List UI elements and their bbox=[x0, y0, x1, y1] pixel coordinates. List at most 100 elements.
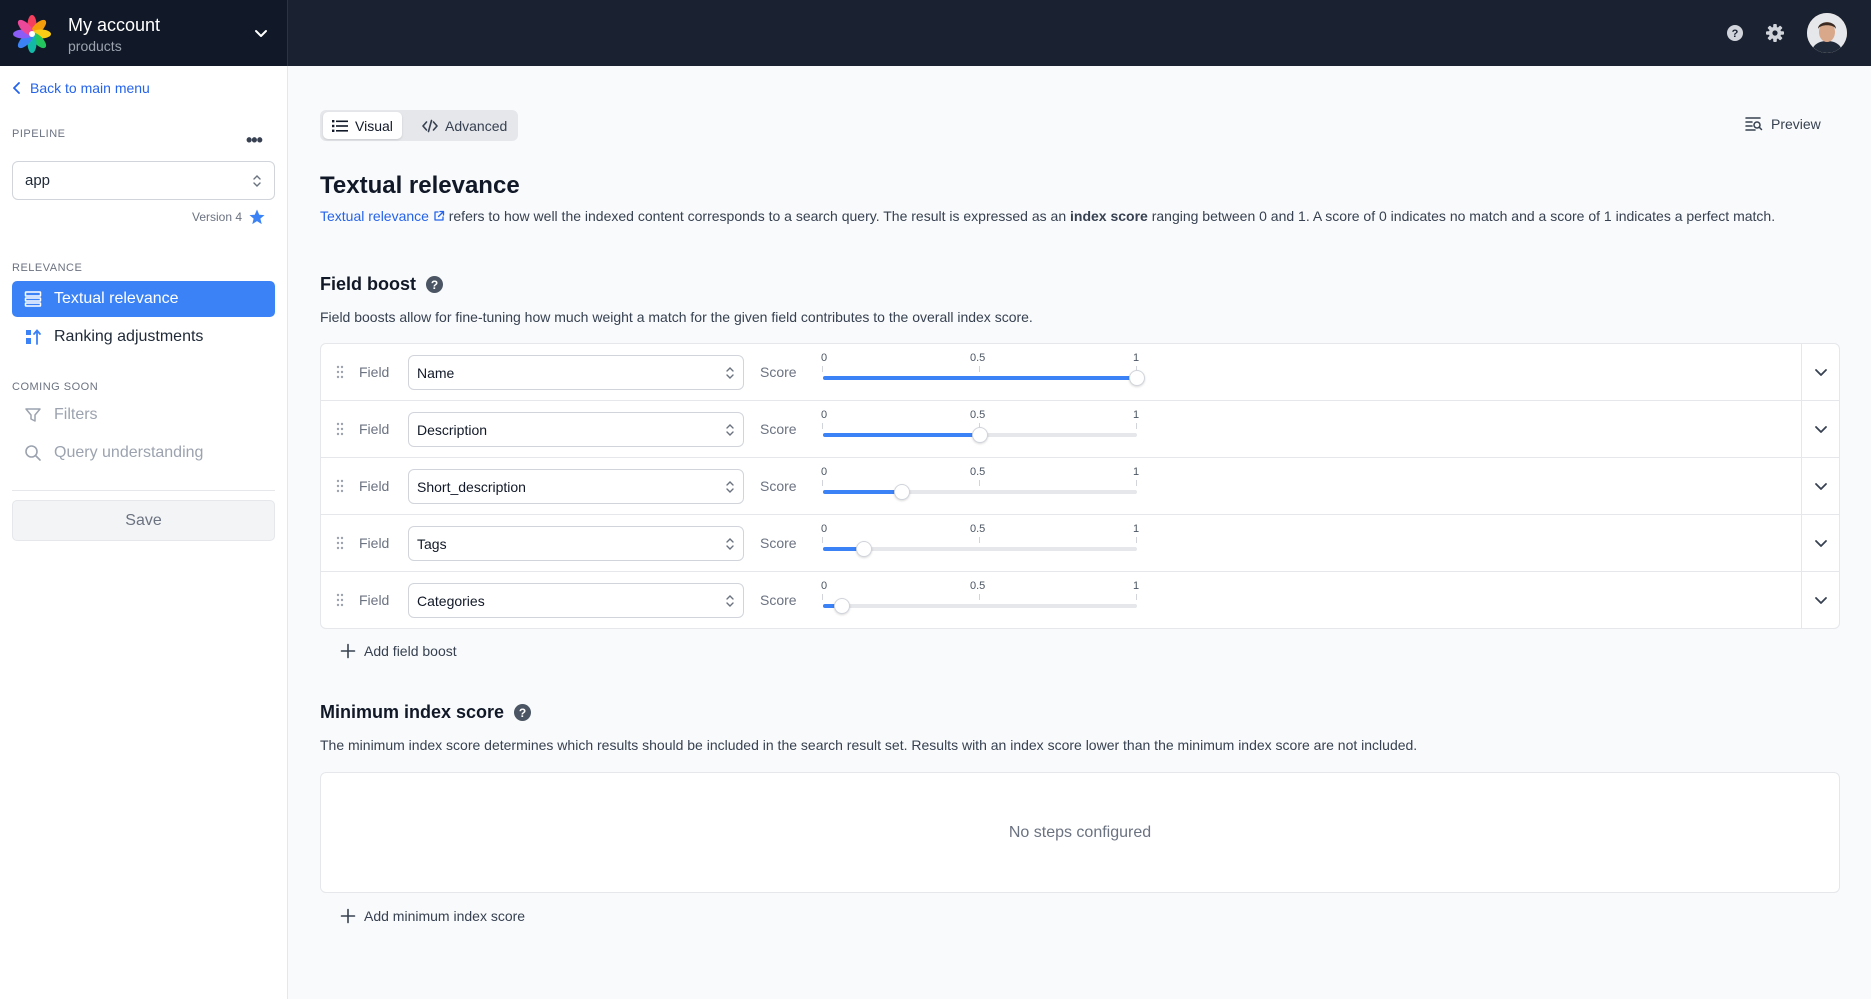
relevance-label: RELEVANCE bbox=[12, 262, 83, 274]
account-subtitle: products bbox=[68, 38, 122, 54]
sidebar-item-label: Query understanding bbox=[54, 444, 204, 461]
tab-label: Advanced bbox=[445, 117, 508, 134]
add-field-boost-button[interactable]: Add field boost bbox=[340, 643, 457, 659]
chevron-down-icon bbox=[1815, 540, 1827, 547]
chevron-down-icon bbox=[1815, 483, 1827, 490]
field-boost-list: Field Name Score 0 0.5 1 Field Descripti… bbox=[320, 343, 1840, 629]
empty-state-text: No steps configured bbox=[1008, 823, 1152, 841]
select-arrows-icon bbox=[726, 537, 734, 550]
chevron-down-icon bbox=[255, 30, 267, 37]
minimum-index-score-heading: Minimum index score ? bbox=[320, 702, 532, 723]
gear-icon[interactable] bbox=[1764, 22, 1786, 44]
field-select[interactable]: Tags bbox=[408, 526, 744, 561]
score-slider[interactable]: 0 0.5 1 bbox=[821, 466, 1139, 506]
version-indicator: Version 4 bbox=[192, 208, 266, 226]
add-minimum-index-score-button[interactable]: Add minimum index score bbox=[340, 908, 525, 924]
tick-mark bbox=[1136, 423, 1137, 429]
minimum-index-score-description: The minimum index score determines which… bbox=[320, 737, 1418, 753]
preview-button[interactable]: Preview bbox=[1745, 116, 1821, 132]
slider-thumb[interactable] bbox=[972, 427, 988, 443]
user-photo-icon bbox=[1807, 13, 1847, 53]
drag-handle-icon[interactable] bbox=[335, 364, 345, 380]
tick-mark bbox=[979, 594, 980, 600]
account-switcher[interactable]: My account products bbox=[0, 0, 288, 66]
slider-thumb[interactable] bbox=[834, 598, 850, 614]
tab-advanced[interactable]: Advanced bbox=[413, 112, 516, 139]
expand-row-button[interactable] bbox=[1801, 344, 1839, 400]
drag-handle-icon[interactable] bbox=[335, 535, 345, 551]
drag-handle-icon[interactable] bbox=[335, 478, 345, 494]
sidebar-item-filters: Filters bbox=[12, 397, 275, 433]
field-label: Field bbox=[359, 535, 390, 551]
textual-relevance-link[interactable]: Textual relevance bbox=[320, 208, 445, 224]
avatar[interactable] bbox=[1807, 13, 1847, 53]
view-mode-toggle: Visual Advanced bbox=[320, 110, 518, 141]
save-button[interactable]: Save bbox=[12, 500, 275, 541]
brand-logo-icon bbox=[13, 15, 51, 53]
pipeline-value: app bbox=[25, 172, 51, 189]
help-icon[interactable]: ? bbox=[1724, 22, 1746, 44]
tick-label: 0 bbox=[821, 523, 828, 535]
expand-row-button[interactable] bbox=[1801, 401, 1839, 457]
field-value: Tags bbox=[417, 535, 447, 552]
slider-thumb[interactable] bbox=[894, 484, 910, 500]
slider-thumb[interactable] bbox=[856, 541, 872, 557]
expand-row-button[interactable] bbox=[1801, 458, 1839, 514]
score-slider[interactable]: 0 0.5 1 bbox=[821, 409, 1139, 449]
slider-fill bbox=[823, 490, 902, 494]
pipeline-select[interactable]: app bbox=[12, 161, 275, 200]
select-arrows-icon bbox=[726, 594, 734, 607]
version-label: Version 4 bbox=[192, 210, 243, 224]
tick-mark bbox=[822, 423, 823, 429]
score-label: Score bbox=[760, 592, 797, 608]
svg-text:?: ? bbox=[1732, 28, 1739, 40]
sidebar-item-label: Ranking adjustments bbox=[54, 328, 204, 345]
expand-row-button[interactable] bbox=[1801, 572, 1839, 628]
account-title: My account bbox=[68, 15, 161, 35]
field-boost-row: Field Categories Score 0 0.5 1 bbox=[321, 572, 1839, 629]
score-slider[interactable]: 0 0.5 1 bbox=[821, 580, 1139, 620]
field-select[interactable]: Description bbox=[408, 412, 744, 447]
field-select[interactable]: Name bbox=[408, 355, 744, 390]
slider-fill bbox=[823, 433, 980, 437]
score-slider[interactable]: 0 0.5 1 bbox=[821, 352, 1145, 392]
field-value: Description bbox=[417, 421, 488, 438]
star-icon[interactable] bbox=[248, 208, 266, 226]
slider-thumb[interactable] bbox=[1129, 370, 1145, 386]
tick-label: 0 bbox=[821, 580, 828, 592]
tick-mark bbox=[979, 537, 980, 543]
drag-handle-icon[interactable] bbox=[335, 592, 345, 608]
field-boost-row: Field Short_description Score 0 0.5 1 bbox=[321, 458, 1839, 515]
field-boost-title: Field boost bbox=[320, 274, 416, 294]
tick-mark bbox=[1136, 594, 1137, 600]
back-label: Back to main menu bbox=[30, 80, 150, 96]
help-icon[interactable]: ? bbox=[426, 276, 443, 293]
score-label: Score bbox=[760, 364, 797, 380]
tick-label: 0.5 bbox=[970, 352, 986, 364]
score-slider[interactable]: 0 0.5 1 bbox=[821, 523, 1139, 563]
expand-row-button[interactable] bbox=[1801, 515, 1839, 571]
field-value: Name bbox=[417, 364, 455, 381]
chevron-down-icon bbox=[1815, 597, 1827, 604]
preview-icon bbox=[1745, 117, 1763, 131]
tick-label: 0 bbox=[821, 352, 828, 364]
tick-label: 0.5 bbox=[970, 523, 986, 535]
drag-handle-icon[interactable] bbox=[335, 421, 345, 437]
sidebar: Back to main menu PIPELINE ••• app Versi… bbox=[0, 66, 288, 999]
field-boost-row: Field Name Score 0 0.5 1 bbox=[321, 344, 1839, 401]
field-select[interactable]: Categories bbox=[408, 583, 744, 618]
help-icon[interactable]: ? bbox=[514, 704, 532, 721]
more-options-icon[interactable]: ••• bbox=[246, 130, 263, 151]
coming-soon-label: COMING SOON bbox=[12, 381, 99, 393]
field-boost-row: Field Description Score 0 0.5 1 bbox=[321, 401, 1839, 458]
tick-label: 0 bbox=[821, 409, 828, 421]
field-select[interactable]: Short_description bbox=[408, 469, 744, 504]
sidebar-item-textual-relevance[interactable]: Textual relevance bbox=[12, 281, 275, 317]
back-to-main-menu-link[interactable]: Back to main menu bbox=[12, 80, 150, 96]
tab-visual[interactable]: Visual bbox=[323, 112, 402, 139]
tick-mark bbox=[822, 594, 823, 600]
sidebar-item-ranking-adjustments[interactable]: Ranking adjustments bbox=[12, 319, 275, 355]
filter-icon bbox=[25, 408, 41, 422]
intro-text-2: ranging between 0 and 1. A score of 0 in… bbox=[1151, 208, 1776, 224]
tick-label: 0.5 bbox=[970, 580, 986, 592]
